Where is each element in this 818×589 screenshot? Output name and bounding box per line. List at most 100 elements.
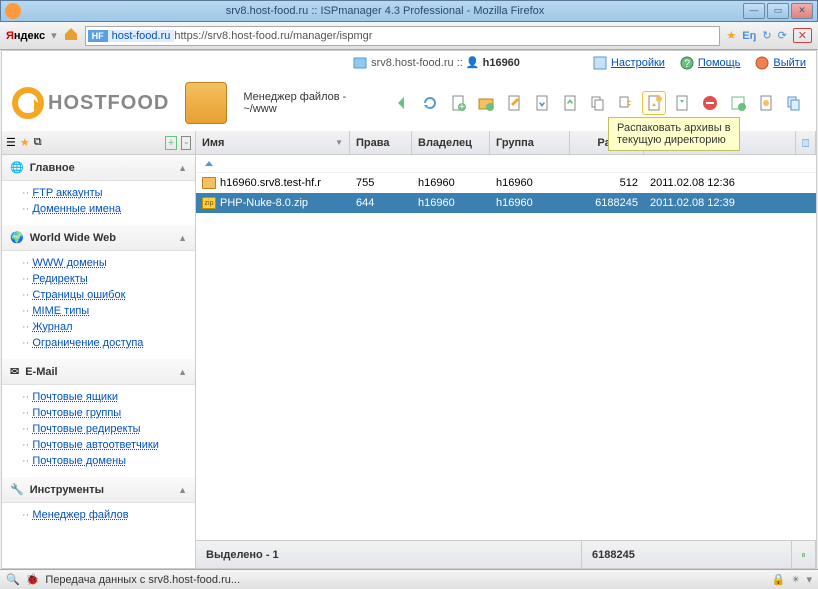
nav-item[interactable]: ·· Ограничение доступа: [22, 335, 195, 351]
file-row[interactable]: h16960.srv8.test-hf.r755h16960h169605122…: [196, 173, 816, 193]
group-icon: 🔧: [10, 483, 24, 496]
logo-text: HOSTFOOD: [48, 92, 169, 115]
help-link[interactable]: ? Помощь: [679, 55, 741, 71]
chevron-up-icon: ▲: [178, 367, 187, 377]
sidebar: ☰ ★ ⧉ + - 🌐Главное▲·· FTP аккаунты·· Дом…: [2, 131, 196, 568]
up-row[interactable]: [196, 155, 816, 173]
extract-button[interactable]: [642, 91, 666, 115]
folder-icon: [202, 177, 216, 189]
group-label: Инструменты: [30, 484, 104, 496]
url-bar[interactable]: HF host-food.ru https://srv8.host-food.r…: [85, 26, 721, 46]
col-settings-icon[interactable]: [796, 131, 816, 154]
group-label: Главное: [30, 162, 75, 174]
upload-button[interactable]: [558, 91, 582, 115]
translate-icon[interactable]: Eŋ: [742, 30, 756, 42]
nav-group[interactable]: 🌍World Wide Web▲: [2, 225, 195, 251]
firefox-icon: [5, 3, 21, 19]
logout-link[interactable]: Выйти: [754, 55, 806, 71]
nav-item[interactable]: ·· MIME типы: [22, 303, 195, 319]
url-path: https://srv8.host-food.ru/manager/ispmgr: [174, 30, 372, 42]
server-label: srv8.host-food.ru :: 👤 h16960: [352, 55, 520, 71]
excel-export-icon[interactable]: X: [792, 541, 816, 568]
copy2-button[interactable]: [782, 91, 806, 115]
move-button[interactable]: [614, 91, 638, 115]
dropdown2-icon[interactable]: ▾: [806, 573, 812, 586]
expand-icon[interactable]: +: [165, 136, 177, 150]
close-button[interactable]: ✕: [791, 3, 813, 19]
back-button[interactable]: [390, 91, 414, 115]
nav-item[interactable]: ·· Менеджер файлов: [22, 507, 195, 523]
nav-item[interactable]: ·· Почтовые домены: [22, 453, 195, 469]
delete-button[interactable]: [698, 91, 722, 115]
col-group[interactable]: Группа: [490, 131, 570, 154]
file-size: 512: [570, 177, 644, 189]
folder-large-icon: [185, 82, 227, 124]
group-icon: ✉: [10, 365, 19, 378]
reload-icon[interactable]: ⟳: [778, 29, 787, 42]
collapse-icon[interactable]: -: [181, 136, 191, 150]
col-owner[interactable]: Владелец: [412, 131, 490, 154]
new-file-button[interactable]: +: [446, 91, 470, 115]
nav-group[interactable]: 🌐Главное▲: [2, 155, 195, 181]
chevron-up-icon: ▲: [178, 163, 187, 173]
new-folder-button[interactable]: [474, 91, 498, 115]
file-owner: h16960: [412, 197, 490, 209]
col-perm[interactable]: Права: [350, 131, 412, 154]
chevron-up-icon: ▲: [178, 485, 187, 495]
status-text: Передача данных с srv8.host-food.ru...: [45, 574, 240, 586]
stop-icon[interactable]: ✕: [793, 28, 812, 43]
edit-button[interactable]: [502, 91, 526, 115]
star-icon[interactable]: ★: [20, 136, 30, 149]
col-name[interactable]: Имя▼: [196, 131, 350, 154]
file-group: h16960: [490, 177, 570, 189]
cookie-icon[interactable]: ✴: [791, 573, 800, 586]
nav-item[interactable]: ·· Редиректы: [22, 271, 195, 287]
up-icon: [202, 158, 216, 170]
window-titlebar: srv8.host-food.ru :: ISPmanager 4.3 Prof…: [0, 0, 818, 22]
file-name: h16960.srv8.test-hf.r: [220, 177, 321, 189]
minimize-button[interactable]: —: [743, 3, 765, 19]
file-size: 6188245: [570, 197, 644, 209]
nav-item[interactable]: ·· FTP аккаунты: [22, 185, 195, 201]
copy-icon[interactable]: ⧉: [34, 136, 42, 149]
reload-button[interactable]: [418, 91, 442, 115]
group-icon: 🌍: [10, 231, 24, 244]
top-links: srv8.host-food.ru :: 👤 h16960 Настройки …: [2, 51, 816, 75]
properties-button[interactable]: [726, 91, 750, 115]
settings-link[interactable]: Настройки: [592, 55, 665, 71]
yandex-search-label[interactable]: Яндекс: [6, 30, 45, 42]
file-statusbar: Выделено - 1 6188245 X: [196, 540, 816, 568]
file-toolbar: + Распаковать архивы в текущую директори…: [390, 91, 806, 115]
window-title: srv8.host-food.ru :: ISPmanager 4.3 Prof…: [27, 5, 743, 17]
nav-group[interactable]: 🔧 Инструменты ▲: [2, 477, 195, 503]
dropdown-icon[interactable]: ▾: [51, 29, 57, 42]
nav-item[interactable]: ·· Почтовые ящики: [22, 389, 195, 405]
file-owner: h16960: [412, 177, 490, 189]
nav-item[interactable]: ·· Почтовые автоответчики: [22, 437, 195, 453]
group-label: E-Mail: [25, 366, 57, 378]
status-size: 6188245: [582, 541, 792, 568]
nav-item[interactable]: ·· Почтовые группы: [22, 405, 195, 421]
permissions-button[interactable]: [754, 91, 778, 115]
maximize-button[interactable]: ▭: [767, 3, 789, 19]
download-button[interactable]: [530, 91, 554, 115]
favorite-icon[interactable]: ★: [726, 29, 736, 42]
feed-icon[interactable]: ↻: [762, 29, 771, 42]
nav-item[interactable]: ·· Журнал: [22, 319, 195, 335]
archive-button[interactable]: [670, 91, 694, 115]
firebug-icon[interactable]: 🐞: [26, 573, 40, 586]
home-icon[interactable]: [63, 26, 79, 45]
search-icon[interactable]: 🔍: [6, 573, 20, 586]
nav-item[interactable]: ·· WWW домены: [22, 255, 195, 271]
user-icon: 👤: [466, 57, 480, 69]
nav-item[interactable]: ·· Почтовые редиректы: [22, 421, 195, 437]
nav-item[interactable]: ·· Доменные имена: [22, 201, 195, 217]
file-panel: Имя▼ Права Владелец Группа Размер Дата и…: [196, 131, 816, 568]
file-row[interactable]: zipPHP-Nuke-8.0.zip644h16960h16960618824…: [196, 193, 816, 213]
file-date: 2011.02.08 12:39: [644, 197, 816, 209]
list-icon[interactable]: ☰: [6, 136, 16, 149]
nav-item[interactable]: ·· Страницы ошибок: [22, 287, 195, 303]
nav-group[interactable]: ✉ E-Mail ▲: [2, 359, 195, 385]
copy-button[interactable]: [586, 91, 610, 115]
browser-statusbar: 🔍 🐞 Передача данных с srv8.host-food.ru.…: [0, 569, 818, 589]
